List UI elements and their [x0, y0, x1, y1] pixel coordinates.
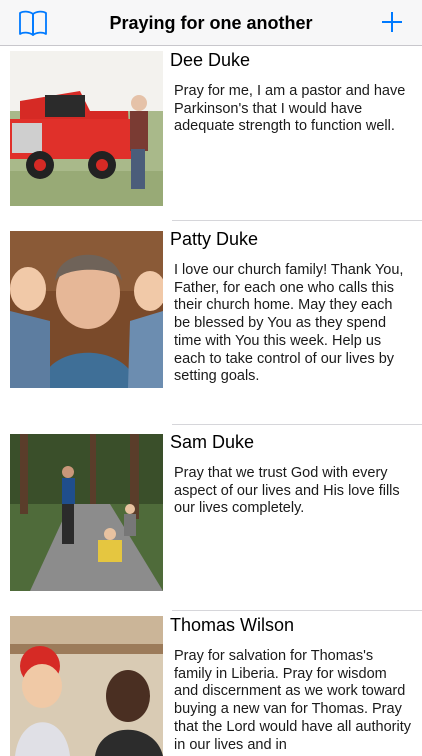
prayer-message: Pray for salvation for Thomas's family i… — [174, 648, 411, 753]
prayer-message: Pray that we trust God with every aspect… — [174, 465, 400, 517]
plus-icon[interactable] — [380, 10, 404, 34]
photo-thomas-wilson — [10, 616, 163, 756]
prayer-name: Patty Duke — [170, 229, 259, 249]
page-title: Praying for one another — [109, 13, 313, 33]
photo-sam-duke — [10, 434, 163, 591]
prayer-name: Thomas Wilson — [170, 615, 295, 635]
separator — [172, 424, 422, 425]
prayer-name: Sam Duke — [170, 432, 255, 452]
prayer-name: Dee Duke — [170, 50, 251, 70]
navigation-bar: Praying for one another — [0, 0, 422, 46]
photo-patty-duke — [10, 231, 163, 388]
prayer-message: I love our church family! Thank You, Fat… — [174, 262, 404, 385]
prayer-message: Pray for me, I am a pastor and have Park… — [174, 83, 406, 135]
separator — [172, 220, 422, 221]
separator — [172, 610, 422, 611]
photo-dee-duke — [10, 51, 163, 206]
